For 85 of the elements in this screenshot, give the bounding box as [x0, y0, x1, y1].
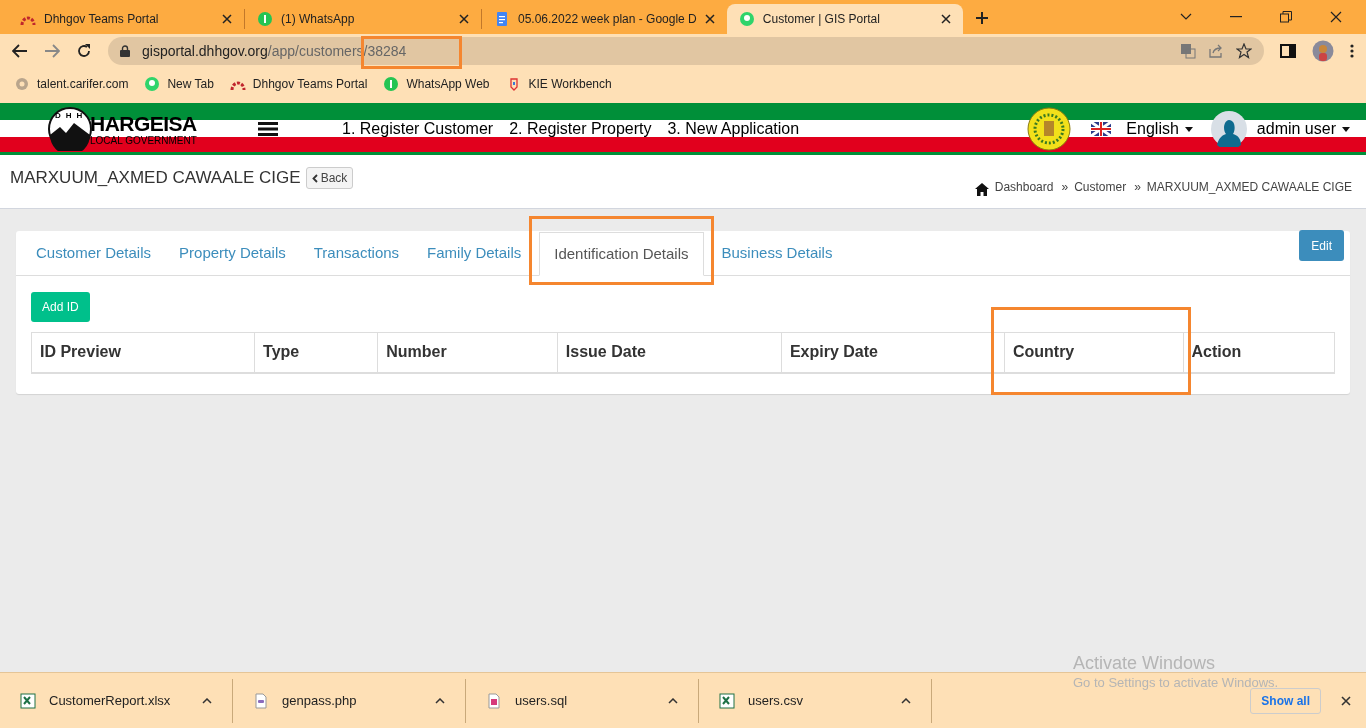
breadcrumb-link[interactable]: Dashboard [994, 178, 1054, 196]
browser-tab[interactable]: 05.06.2022 week plan - Google D [482, 4, 727, 34]
chat-icon [257, 11, 273, 27]
edit-button[interactable]: Edit [1299, 230, 1344, 261]
chat-icon [383, 76, 400, 92]
nav-link[interactable]: 3. New Application [667, 117, 800, 141]
close-icon[interactable] [1341, 695, 1351, 706]
uk-flag-icon [1091, 122, 1112, 136]
download-item[interactable]: CustomerReport.xlsx [0, 678, 233, 723]
forward-arrow-icon[interactable] [44, 44, 60, 58]
spreadsheet-icon [20, 692, 36, 709]
logo-letter: D [55, 112, 61, 120]
more-menu-icon[interactable] [1350, 43, 1354, 59]
close-icon[interactable] [704, 14, 715, 24]
lock-icon [120, 45, 130, 57]
new-tab-icon[interactable] [974, 11, 989, 25]
tab[interactable]: Customer Details [22, 231, 166, 275]
browser-tab[interactable]: Dhhgov Teams Portal [8, 4, 244, 34]
star-icon[interactable] [1236, 43, 1252, 59]
language-dropdown[interactable]: English [1126, 117, 1193, 141]
user-menu[interactable]: admin user [1256, 117, 1350, 141]
breadcrumb-current: MARXUUM_AXMED CAWAALE CIGE [1146, 179, 1352, 196]
chevron-up-icon[interactable] [668, 697, 678, 704]
document-icon [494, 11, 510, 27]
globe-icon [738, 11, 755, 27]
caret-icon [1342, 126, 1350, 132]
home-icon [974, 183, 989, 196]
show-all-button[interactable]: Show all [1250, 687, 1321, 714]
back-arrow-icon[interactable] [12, 44, 28, 58]
share-icon[interactable] [1208, 43, 1224, 59]
spreadsheet-icon [719, 692, 735, 709]
emblem-icon [1027, 107, 1072, 151]
back-button[interactable]: Back [305, 167, 354, 189]
logo-letter: H [76, 112, 83, 120]
nav-link[interactable]: 2. Register Property [509, 117, 652, 141]
bookmark[interactable]: KIE Workbench [505, 75, 612, 93]
bookmark[interactable]: New Tab [144, 75, 214, 93]
column-header: Expiry Date [781, 332, 1005, 373]
tab[interactable]: Family Details [413, 231, 536, 275]
minimize-icon[interactable] [1230, 16, 1242, 18]
close-icon[interactable] [940, 14, 951, 24]
column-header: Type [254, 332, 378, 373]
nav-link[interactable]: 1. Register Customer [342, 117, 494, 141]
chevron-up-icon[interactable] [202, 697, 212, 704]
page-title: MARXUUM_AXMED CAWAALE CIGE [10, 167, 301, 190]
column-header: ID Preview [31, 332, 255, 373]
side-panel-icon[interactable] [1280, 44, 1296, 58]
breadcrumb-separator: » [1061, 179, 1069, 196]
logo-icon [48, 107, 92, 151]
restore-icon[interactable] [1280, 11, 1292, 23]
download-item[interactable]: genpass.php [233, 678, 466, 723]
close-icon[interactable] [459, 14, 469, 24]
file-icon [486, 692, 502, 709]
tab[interactable]: Business Details [707, 231, 847, 275]
tab[interactable]: Identification Details [539, 232, 704, 276]
translate-icon[interactable] [1180, 43, 1196, 59]
file-icon [253, 692, 269, 709]
tab[interactable]: Property Details [165, 231, 300, 275]
caret-icon [1184, 126, 1193, 132]
chevron-up-icon[interactable] [435, 697, 445, 704]
avatar-icon [1210, 111, 1247, 147]
reload-icon[interactable] [76, 43, 92, 59]
column-header: Number [377, 332, 558, 373]
profile-avatar-icon[interactable] [1312, 40, 1334, 62]
logo-letter: H [65, 112, 72, 120]
column-header: Action [1183, 332, 1335, 373]
tab[interactable]: Transactions [299, 231, 414, 275]
close-icon[interactable] [1330, 11, 1342, 23]
download-item[interactable]: users.sql [466, 678, 699, 723]
close-icon[interactable] [222, 14, 232, 24]
download-item[interactable]: users.csv [699, 678, 932, 723]
bookmark[interactable]: talent.carifer.com [14, 75, 129, 93]
logo-subtitle: LOCAL GOVERNMENT [90, 135, 197, 146]
bookmark[interactable]: Dhhgov Teams Portal [229, 75, 368, 93]
breadcrumb-separator: » [1134, 179, 1141, 196]
menu-icon[interactable] [258, 122, 278, 136]
breadcrumb-link[interactable]: Customer [1074, 178, 1127, 196]
browser-tab[interactable]: Customer | GIS Portal [726, 4, 963, 34]
chevron-up-icon[interactable] [901, 697, 911, 704]
globe-icon [144, 76, 161, 92]
bookmark[interactable]: WhatsApp Web [383, 75, 490, 93]
browser-tab[interactable]: (1) WhatsApp [245, 4, 481, 34]
chevron-left-icon [311, 173, 318, 183]
chevron-down-icon[interactable] [1180, 13, 1192, 21]
column-header: Issue Date [557, 332, 782, 373]
